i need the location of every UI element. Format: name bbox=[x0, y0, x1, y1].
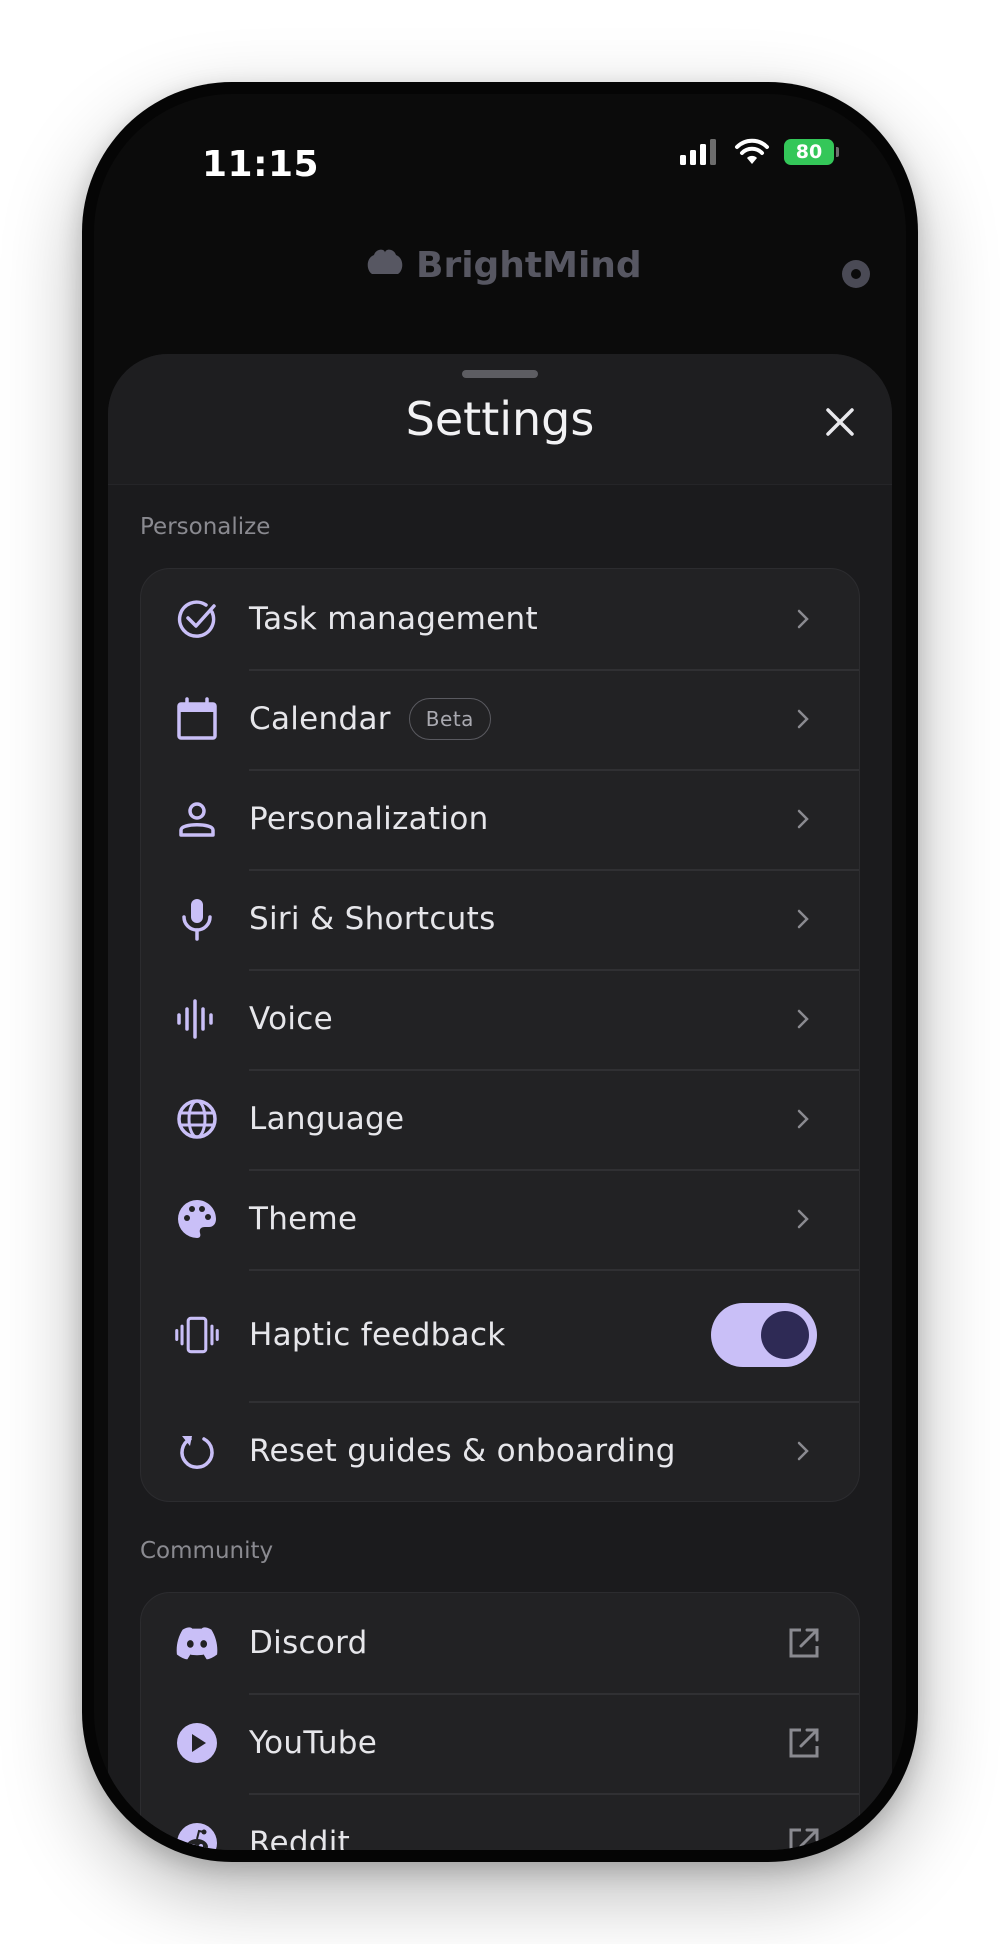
row-label: Siri & Shortcuts bbox=[249, 901, 496, 937]
discord-icon bbox=[175, 1621, 219, 1665]
wifi-icon bbox=[735, 138, 769, 164]
row-discord[interactable]: Discord bbox=[141, 1593, 859, 1693]
status-icons: 80 bbox=[680, 138, 839, 166]
sheet-title: Settings bbox=[405, 392, 595, 446]
row-label: Reddit bbox=[249, 1825, 351, 1850]
gear-icon bbox=[842, 260, 870, 288]
haptic-feedback-toggle[interactable] bbox=[711, 1303, 817, 1367]
personalize-card: Task management Calendar Beta Personaliz… bbox=[140, 568, 860, 1502]
screen: 11:15 80 BrightMind Settings Personalize… bbox=[94, 94, 906, 1850]
chevron-right-icon bbox=[793, 1441, 813, 1461]
row-label: Discord bbox=[249, 1625, 368, 1661]
chevron-right-icon bbox=[793, 809, 813, 829]
chevron-right-icon bbox=[793, 609, 813, 629]
brand-name: BrightMind bbox=[416, 244, 642, 286]
row-voice[interactable]: Voice bbox=[141, 969, 859, 1069]
row-label: Haptic feedback bbox=[249, 1317, 506, 1353]
chevron-right-icon bbox=[793, 709, 813, 729]
row-task-management[interactable]: Task management bbox=[141, 569, 859, 669]
section-label-community: Community bbox=[140, 1538, 274, 1564]
phone-frame: 11:15 80 BrightMind Settings Personalize… bbox=[82, 82, 918, 1862]
globe-icon bbox=[175, 1097, 219, 1141]
external-link-icon bbox=[785, 1624, 823, 1662]
play-icon bbox=[175, 1721, 219, 1765]
row-label: YouTube bbox=[249, 1725, 378, 1761]
sheet-grabber[interactable] bbox=[462, 370, 538, 378]
row-youtube[interactable]: YouTube bbox=[141, 1693, 859, 1793]
row-label: Reset guides & onboarding bbox=[249, 1433, 676, 1469]
chevron-right-icon bbox=[793, 1109, 813, 1129]
row-reset-guides[interactable]: Reset guides & onboarding bbox=[141, 1401, 859, 1501]
row-theme[interactable]: Theme bbox=[141, 1169, 859, 1269]
community-card: Discord YouTube Reddit bbox=[140, 1592, 860, 1850]
toggle-knob bbox=[761, 1311, 809, 1359]
row-language[interactable]: Language bbox=[141, 1069, 859, 1169]
row-siri-shortcuts[interactable]: Siri & Shortcuts bbox=[141, 869, 859, 969]
row-haptic-feedback: Haptic feedback bbox=[141, 1269, 859, 1401]
chevron-right-icon bbox=[793, 1209, 813, 1229]
chevron-right-icon bbox=[793, 1009, 813, 1029]
reset-icon bbox=[175, 1429, 219, 1473]
row-calendar[interactable]: Calendar Beta bbox=[141, 669, 859, 769]
waveform-icon bbox=[175, 997, 219, 1041]
close-icon bbox=[826, 408, 854, 436]
reddit-icon bbox=[175, 1821, 219, 1850]
settings-sheet: Settings Personalize Task management Cal… bbox=[108, 354, 892, 1850]
row-label: Task management bbox=[249, 601, 538, 637]
microphone-icon bbox=[175, 897, 219, 941]
status-time: 11:15 bbox=[202, 144, 320, 185]
brain-icon bbox=[367, 249, 403, 274]
section-label-personalize: Personalize bbox=[140, 514, 271, 540]
chevron-right-icon bbox=[793, 909, 813, 929]
row-reddit[interactable]: Reddit bbox=[141, 1793, 859, 1850]
battery-icon: 80 bbox=[784, 139, 839, 165]
close-button[interactable] bbox=[820, 402, 860, 442]
calendar-icon bbox=[175, 697, 219, 741]
person-icon bbox=[175, 797, 219, 841]
external-link-icon bbox=[785, 1824, 823, 1850]
external-link-icon bbox=[785, 1724, 823, 1762]
palette-icon bbox=[175, 1197, 219, 1241]
row-label: Language bbox=[249, 1101, 405, 1137]
check-circle-icon bbox=[175, 597, 219, 641]
beta-badge: Beta bbox=[408, 698, 491, 740]
brand: BrightMind bbox=[364, 244, 642, 286]
vibration-icon bbox=[175, 1313, 219, 1357]
row-personalization[interactable]: Personalization bbox=[141, 769, 859, 869]
signal-icon bbox=[680, 139, 716, 165]
row-label: Personalization bbox=[249, 801, 489, 837]
row-label: Calendar Beta bbox=[249, 698, 491, 740]
row-label: Voice bbox=[249, 1001, 333, 1037]
battery-level: 80 bbox=[795, 141, 823, 163]
background-app-header: BrightMind bbox=[94, 244, 906, 304]
row-label: Theme bbox=[249, 1201, 358, 1237]
